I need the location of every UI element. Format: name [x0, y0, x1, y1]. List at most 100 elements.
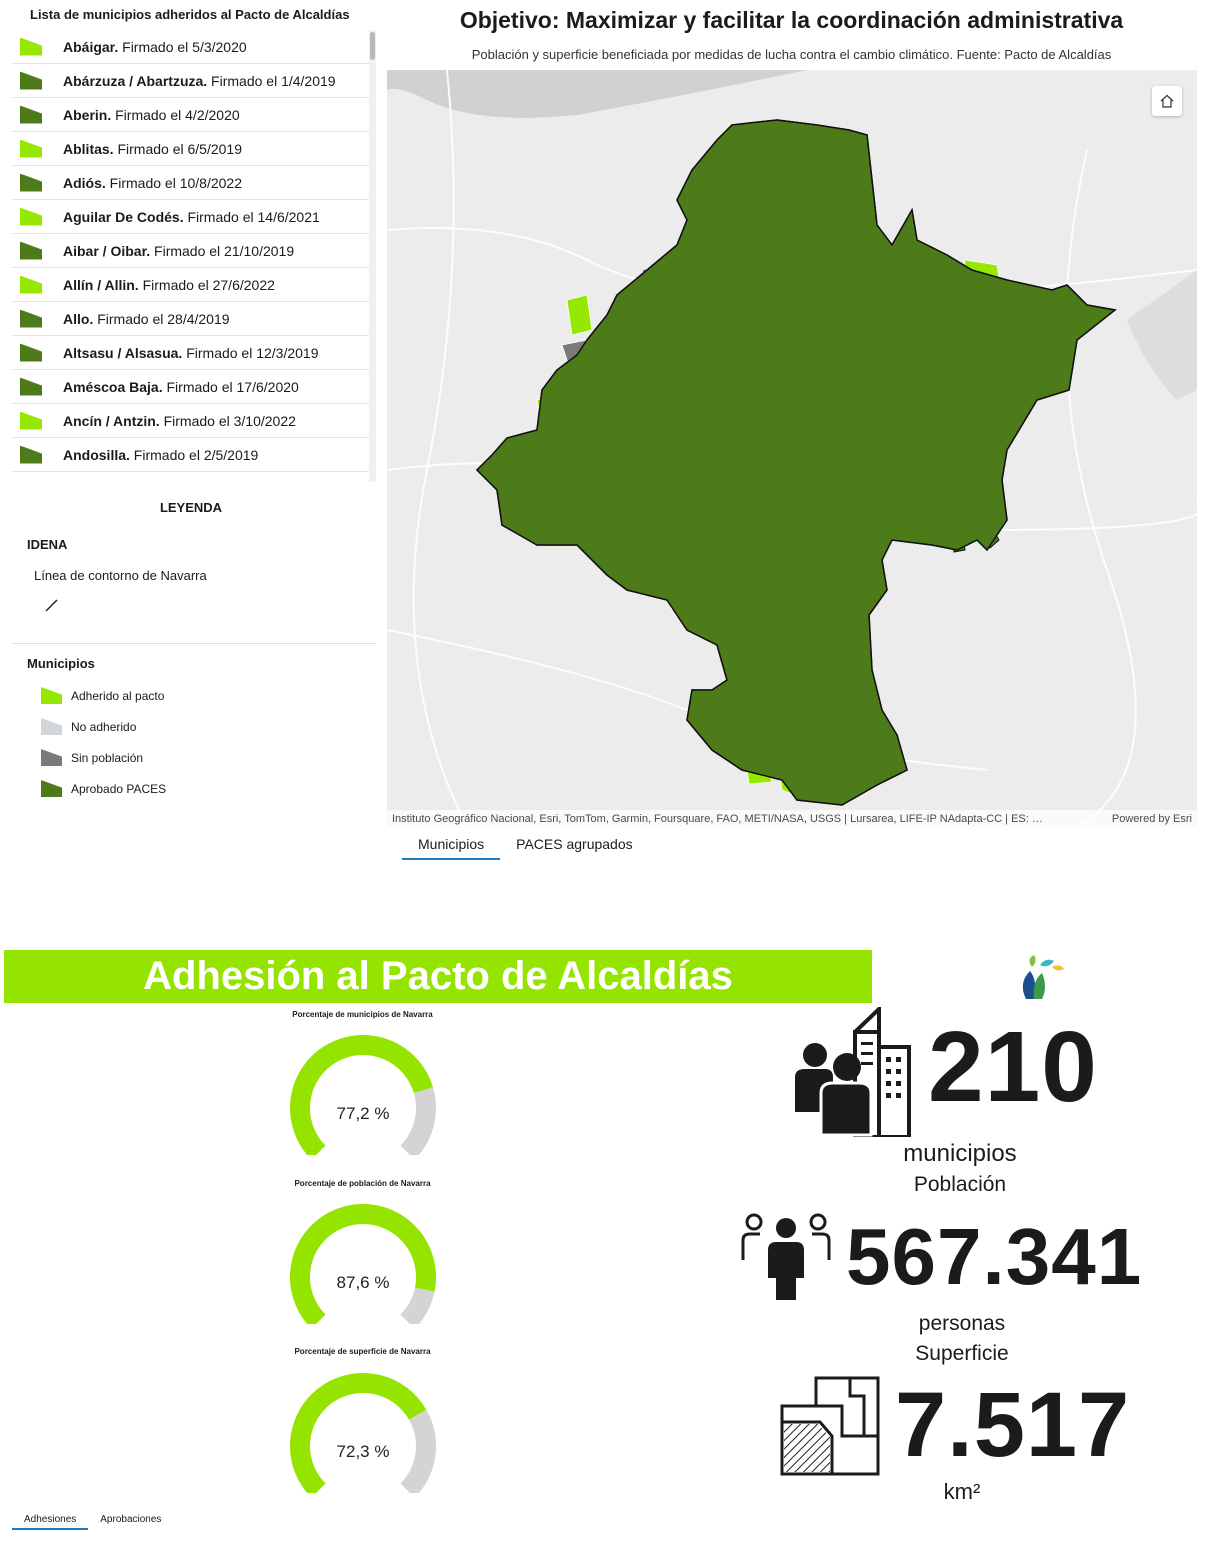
tab-adhesiones[interactable]: Adhesiones — [12, 1510, 89, 1530]
superficie-title: Superficie — [915, 1342, 1009, 1365]
legend-group-municipios: Municipios — [27, 656, 95, 671]
legend-item: Adherido al pacto — [41, 687, 164, 704]
status-swatch-icon — [20, 309, 42, 328]
tab-paces-agrupados[interactable]: PACES agrupados — [500, 834, 648, 860]
legend-swatch-icon — [41, 749, 62, 766]
legend-item: Aprobado PACES — [41, 780, 166, 797]
legend-title: LEYENDA — [159, 500, 223, 515]
gauge-poblacion-arc — [290, 1204, 436, 1329]
list-item-text: Andosilla. Firmado el 2/5/2019 — [63, 447, 258, 463]
banner-title: Adhesión al Pacto de Alcaldías — [143, 954, 733, 998]
gauge-poblacion-value: 87,6 % — [336, 1273, 390, 1292]
list-item[interactable]: Aibar / Oibar. Firmado el 21/10/2019 — [12, 234, 370, 268]
gauge-label-municipios: Porcentaje de municipios de Navarra — [292, 1010, 433, 1019]
list-item-text: Améscoa Baja. Firmado el 17/6/2020 — [63, 379, 299, 395]
list-item[interactable]: Ablitas. Firmado el 6/5/2019 — [12, 132, 370, 166]
poblacion-count: 567.341 — [846, 1212, 1143, 1301]
land-parcel-icon — [780, 1376, 880, 1476]
legend-line-label: Línea de contorno de Navarra — [34, 568, 207, 583]
superficie-caption: km² — [943, 1479, 981, 1504]
legend-panel: LEYENDA IDENA Línea de contorno de Navar… — [0, 490, 382, 820]
list-item-name: Améscoa Baja. — [63, 378, 163, 395]
gauge-municipios-value: 77,2 % — [336, 1104, 390, 1123]
list-item-name: Adiós. — [63, 174, 106, 191]
superficie-count: 7.517 — [895, 1374, 1131, 1476]
gauge-superficie: 72,3 % — [290, 1373, 436, 1498]
list-item-name: Allo. — [63, 310, 94, 327]
list-item-name: Andosilla. — [63, 446, 130, 463]
poblacion-caption: personas — [918, 1312, 1006, 1335]
tab-aprobaciones[interactable]: Aprobaciones — [88, 1510, 173, 1530]
municipios-list[interactable]: Abáigar. Firmado el 5/3/2020 Abárzuza / A… — [12, 30, 370, 482]
status-swatch-icon — [20, 411, 42, 430]
list-item[interactable]: Abárzuza / Abartzuza. Firmado el 1/4/201… — [12, 64, 370, 98]
status-swatch-icon — [20, 207, 42, 226]
list-item[interactable]: Aguilar De Codés. Firmado el 14/6/2021 — [12, 200, 370, 234]
map-tabs: Municipios PACES agrupados — [402, 834, 649, 860]
list-item[interactable]: Améscoa Baja. Firmado el 17/6/2020 — [12, 370, 370, 404]
people-city-icon — [795, 1007, 911, 1137]
tab-municipios[interactable]: Municipios — [402, 834, 501, 860]
gauge-fill — [290, 1204, 436, 1329]
list-item-text: Altsasu / Alsasua. Firmado el 12/3/2019 — [63, 345, 319, 361]
list-scrollbar[interactable] — [369, 30, 376, 482]
legend-item-label: Sin población — [71, 750, 144, 765]
legend-swatch-icon — [41, 687, 62, 704]
map-title: Objetivo: Maximizar y facilitar la coord… — [459, 7, 1124, 33]
list-item[interactable]: Aberin. Firmado el 4/2/2020 — [12, 98, 370, 132]
municipios-caption: municipios — [903, 1140, 1017, 1167]
navarra-map[interactable] — [387, 70, 1197, 827]
map-attribution: Instituto Geográfico Nacional, Esri, Tom… — [387, 810, 1197, 827]
list-item-date: Firmado el 4/2/2020 — [111, 106, 240, 123]
status-swatch-icon — [20, 173, 42, 192]
home-button[interactable] — [1152, 86, 1182, 116]
gauge-label-superficie: Porcentaje de superficie de Navarra — [294, 1347, 431, 1356]
list-item[interactable]: Allo. Firmado el 28/4/2019 — [12, 302, 370, 336]
list-item[interactable]: Abáigar. Firmado el 5/3/2020 — [12, 30, 370, 64]
status-swatch-icon — [20, 343, 42, 362]
list-item[interactable]: Andosilla. Firmado el 2/5/2019 — [12, 438, 370, 472]
status-swatch-icon — [20, 275, 42, 294]
municipios-count: 210 — [928, 1011, 1098, 1123]
gauge-superficie-arc — [290, 1373, 436, 1498]
poblacion-title: Población — [913, 1173, 1007, 1196]
list-item-name: Aguilar De Codés. — [63, 208, 184, 225]
list-item-text: Aberin. Firmado el 4/2/2020 — [63, 107, 240, 123]
municipios-list-panel: Lista de municipios adheridos al Pacto d… — [0, 0, 382, 482]
gauge-fill — [290, 1035, 433, 1160]
legend-item-label: Aprobado PACES — [71, 781, 167, 796]
gauge-municipios-arc — [290, 1035, 436, 1160]
brand-logo-icon — [1022, 955, 1064, 999]
list-item-name: Abárzuza / Abartzuza. — [63, 72, 208, 89]
gauge-poblacion: 87,6 % — [290, 1204, 436, 1329]
list-item-name: Aibar / Oibar. — [63, 242, 151, 259]
list-item-name: Ancín / Antzin. — [63, 412, 160, 429]
list-item[interactable]: Allín / Allin. Firmado el 27/6/2022 — [12, 268, 370, 302]
list-item-date: Firmado el 12/3/2019 — [182, 344, 319, 361]
status-swatch-icon — [20, 445, 42, 464]
list-item-date: Firmado el 5/3/2020 — [118, 38, 247, 55]
list-item[interactable]: Adiós. Firmado el 10/8/2022 — [12, 166, 370, 200]
list-item-text: Abárzuza / Abartzuza. Firmado el 1/4/201… — [63, 73, 336, 89]
people-group-icon — [741, 1213, 831, 1300]
list-item-name: Altsasu / Alsasua. — [63, 344, 183, 361]
list-item-date: Firmado el 21/10/2019 — [150, 242, 295, 259]
list-item-date: Firmado el 28/4/2019 — [93, 310, 230, 327]
list-item-date: Firmado el 10/8/2022 — [105, 174, 242, 191]
legend-swatch-icon — [41, 780, 62, 797]
list-item-date: Firmado el 3/10/2022 — [159, 412, 296, 429]
map-subtitle: Población y superficie beneficiada por m… — [471, 47, 1112, 62]
map-view[interactable]: Instituto Geográfico Nacional, Esri, Tom… — [387, 70, 1197, 827]
gauge-track — [400, 1287, 435, 1329]
list-item-date: Firmado el 17/6/2020 — [162, 378, 299, 395]
status-swatch-icon — [20, 139, 42, 158]
status-swatch-icon — [20, 37, 42, 56]
list-item-text: Allo. Firmado el 28/4/2019 — [63, 311, 230, 327]
list-scrollbar-thumb[interactable] — [370, 32, 375, 60]
legend-swatch-icon — [41, 718, 62, 735]
list-item[interactable]: Ancín / Antzin. Firmado el 3/10/2022 — [12, 404, 370, 438]
list-item[interactable]: Altsasu / Alsasua. Firmado el 12/3/2019 — [12, 336, 370, 370]
powered-by-esri[interactable]: Powered by Esri — [1112, 813, 1192, 825]
list-item-date: Firmado el 14/6/2021 — [183, 208, 320, 225]
status-swatch-icon — [20, 377, 42, 396]
